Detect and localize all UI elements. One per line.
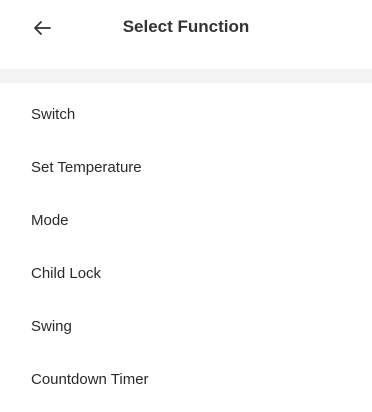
page-title: Select Function: [122, 17, 250, 36]
function-item-swing[interactable]: Swing: [0, 295, 372, 348]
function-item-switch[interactable]: Switch: [0, 83, 372, 136]
function-list: Switch Set Temperature Mode Child Lock S…: [0, 83, 372, 401]
section-divider: [0, 69, 372, 83]
function-item-set-temperature[interactable]: Set Temperature: [0, 136, 372, 189]
function-item-child-lock[interactable]: Child Lock: [0, 242, 372, 295]
top-bar: Select Function: [0, 0, 372, 60]
function-item-mode[interactable]: Mode: [0, 189, 372, 242]
function-item-countdown-timer[interactable]: Countdown Timer: [0, 348, 372, 401]
